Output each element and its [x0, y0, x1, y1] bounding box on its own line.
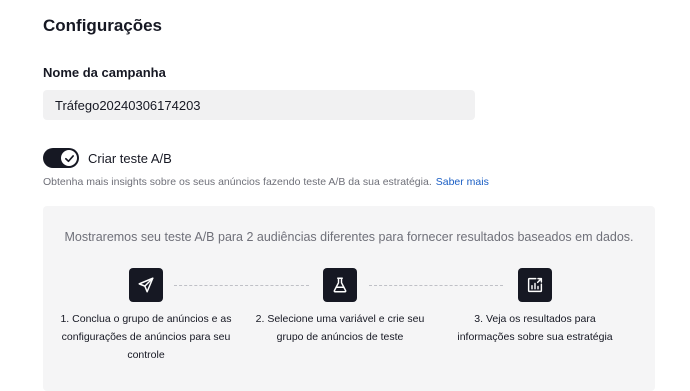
campaign-name-input[interactable]	[43, 90, 475, 120]
send-icon	[129, 268, 163, 302]
report-chart-icon	[518, 268, 552, 302]
ab-test-toggle-row: Criar teste A/B	[43, 148, 172, 168]
learn-more-link[interactable]: Saber mais	[436, 176, 489, 188]
step-connector	[174, 285, 309, 286]
ab-test-helper-text: Obtenha mais insights sobre os seus anún…	[43, 176, 432, 188]
ab-test-helper: Obtenha mais insights sobre os seus anún…	[43, 176, 489, 188]
settings-page: Configurações Nome da campanha Criar tes…	[0, 0, 690, 391]
flask-icon	[323, 268, 357, 302]
section-title: Configurações	[43, 16, 163, 35]
step-connector	[369, 285, 503, 286]
ab-test-description: Mostraremos seu teste A/B para 2 audiênc…	[64, 230, 634, 244]
campaign-name-label: Nome da campanha	[43, 65, 166, 80]
step-2-text: 2. Selecione uma variável e crie seu gru…	[255, 313, 425, 343]
checkmark-icon	[64, 154, 74, 162]
toggle-knob	[61, 150, 77, 166]
ab-test-toggle[interactable]	[43, 148, 79, 168]
step-1-text: 1. Conclua o grupo de anúncios e as conf…	[60, 313, 232, 361]
ab-test-info-panel: Mostraremos seu teste A/B para 2 audiênc…	[43, 206, 655, 391]
ab-test-toggle-label: Criar teste A/B	[88, 150, 172, 166]
step-3-text: 3. Veja os resultados para informações s…	[457, 313, 613, 343]
